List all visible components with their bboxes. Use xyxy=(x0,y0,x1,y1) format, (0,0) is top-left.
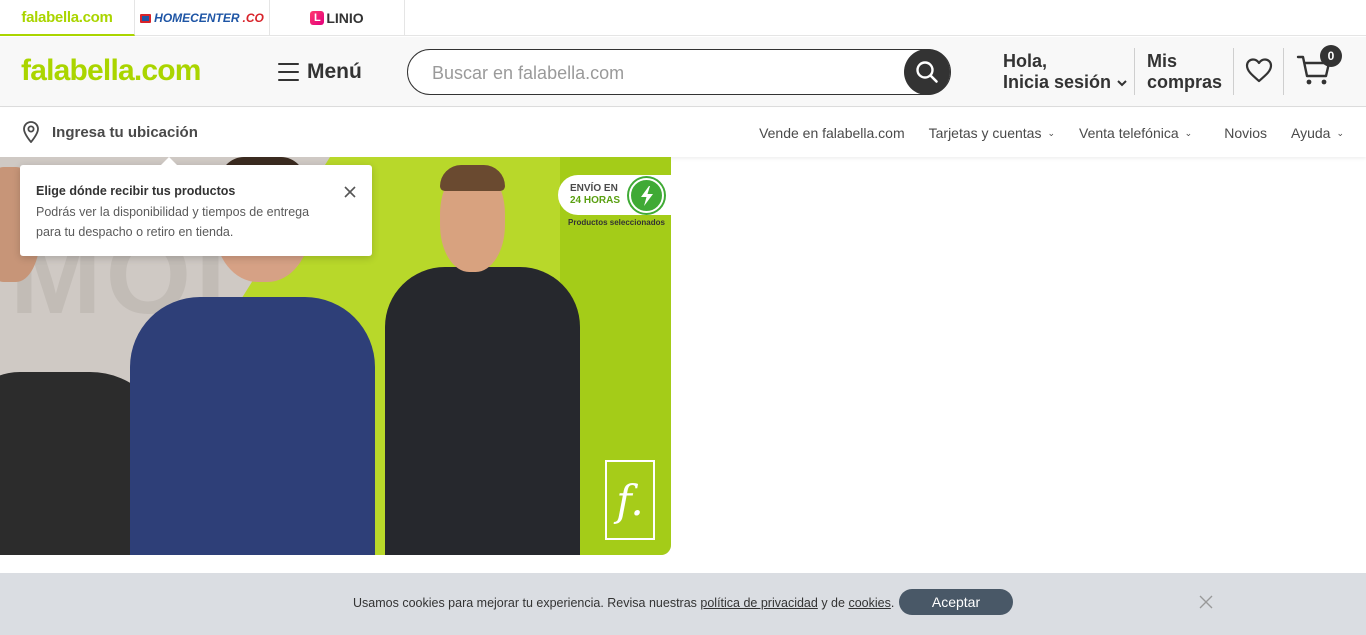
close-icon[interactable] xyxy=(1199,595,1213,609)
privacy-policy-link[interactable]: política de privacidad xyxy=(700,596,817,610)
login-label: Inicia sesión xyxy=(1003,72,1112,92)
nav-links: Vende en falabella.com Tarjetas y cuenta… xyxy=(759,125,1344,141)
search-icon xyxy=(916,61,938,83)
nav-link-cards[interactable]: Tarjetas y cuentas ⌄ xyxy=(929,125,1055,141)
shipping-24h-badge: ENVÍO EN 24 HORAS xyxy=(558,175,671,215)
header-divider xyxy=(1134,48,1135,95)
nav-link-label: Tarjetas y cuentas xyxy=(928,125,1042,141)
tooltip-title: Elige dónde recibir tus productos xyxy=(36,184,236,198)
brand-tab-falabella[interactable]: falabella.com xyxy=(0,0,135,36)
hamburger-icon xyxy=(278,63,299,81)
my-purchases-line1: Mis xyxy=(1147,51,1178,71)
nav-link-label: Vende en falabella.com xyxy=(759,125,905,141)
header-divider xyxy=(1283,48,1284,95)
search-input[interactable] xyxy=(432,60,892,86)
chevron-down-icon: ⌄ xyxy=(1184,127,1193,138)
cookie-banner: Usamos cookies para mejorar tu experienc… xyxy=(0,573,1366,635)
nav-link-wedding[interactable]: Novios xyxy=(1224,125,1267,141)
location-selector[interactable]: Ingresa tu ubicación xyxy=(22,121,198,143)
shipping-badge-text: ENVÍO EN 24 HORAS xyxy=(570,183,620,207)
brand-linio-logo: L LINIO xyxy=(310,10,364,26)
chevron-down-icon xyxy=(1117,80,1127,87)
brand-strip: falabella.com HOMECENTER .CO L LINIO xyxy=(0,0,1366,36)
nav-link-label: Venta telefónica xyxy=(1079,125,1179,141)
nav-link-sell[interactable]: Vende en falabella.com xyxy=(759,125,905,141)
lightning-icon xyxy=(629,178,664,213)
linio-mark-icon: L xyxy=(310,11,325,25)
homecenter-suffix: .CO xyxy=(242,11,264,25)
accept-cookies-button[interactable]: Aceptar xyxy=(899,589,1013,615)
homecenter-wordmark: HOMECENTER xyxy=(154,11,240,25)
menu-button[interactable]: Menú xyxy=(278,60,362,84)
chevron-down-icon: ⌄ xyxy=(1047,127,1056,138)
brand-tab-linio[interactable]: L LINIO xyxy=(270,0,405,36)
homecenter-mark-icon xyxy=(140,13,152,23)
menu-label: Menú xyxy=(307,60,362,83)
cookie-text-part: y de xyxy=(821,596,845,610)
sub-navigation: Ingresa tu ubicación Vende en falabella.… xyxy=(0,108,1366,157)
nav-link-label: Novios xyxy=(1224,125,1267,141)
nav-link-label: Ayuda xyxy=(1291,125,1331,141)
header-divider xyxy=(1233,48,1234,95)
cookie-text-part: Usamos cookies para mejorar tu experienc… xyxy=(353,596,697,610)
model-3-jacket xyxy=(385,267,580,555)
login-menu[interactable]: Hola, Inicia sesión xyxy=(1003,51,1128,93)
falabella-logo[interactable]: falabella.com xyxy=(21,53,201,89)
location-label: Ingresa tu ubicación xyxy=(52,123,198,141)
brand-tab-homecenter[interactable]: HOMECENTER .CO xyxy=(135,0,270,36)
model-2-shirt xyxy=(130,297,375,555)
shipping-badge-line1: ENVÍO EN xyxy=(570,183,618,194)
location-pin-icon xyxy=(23,121,39,143)
login-greeting: Hola, xyxy=(1003,51,1048,71)
my-purchases-line2: compras xyxy=(1147,72,1223,92)
cookies-policy-link[interactable]: cookies xyxy=(848,596,890,610)
heart-icon xyxy=(1245,58,1273,83)
search-box xyxy=(407,49,951,95)
main-header: falabella.com Menú Hola, Inicia sesión M… xyxy=(0,37,1366,107)
nav-link-help[interactable]: Ayuda ⌄ xyxy=(1291,125,1344,141)
tooltip-body: Podrás ver la disponibilidad y tiempos d… xyxy=(36,205,310,239)
my-purchases-link[interactable]: Mis compras xyxy=(1147,51,1222,93)
brand-homecenter-logo: HOMECENTER .CO xyxy=(140,11,264,25)
chevron-down-icon: ⌄ xyxy=(1336,127,1344,138)
cookie-message: Usamos cookies para mejorar tu experienc… xyxy=(353,596,894,610)
nav-link-phone-sales[interactable]: Venta telefónica ⌄ xyxy=(1079,125,1192,141)
close-icon[interactable] xyxy=(342,184,358,200)
shipping-badge-line2: 24 HORAS xyxy=(570,195,621,206)
search-button[interactable] xyxy=(904,49,950,95)
falabella-f-logo: f. xyxy=(605,460,655,540)
shipping-badge-subtitle: Productos seleccionados xyxy=(568,218,665,227)
cart-count-badge: 0 xyxy=(1320,45,1342,67)
location-tooltip: Elige dónde recibir tus productos Podrás… xyxy=(20,157,372,256)
wishlist-button[interactable] xyxy=(1244,56,1274,89)
cookie-text-part: . xyxy=(890,596,895,610)
model-3-hair xyxy=(440,165,505,191)
linio-wordmark: LINIO xyxy=(326,10,364,26)
brand-falabella-logo: falabella.com xyxy=(21,8,113,26)
